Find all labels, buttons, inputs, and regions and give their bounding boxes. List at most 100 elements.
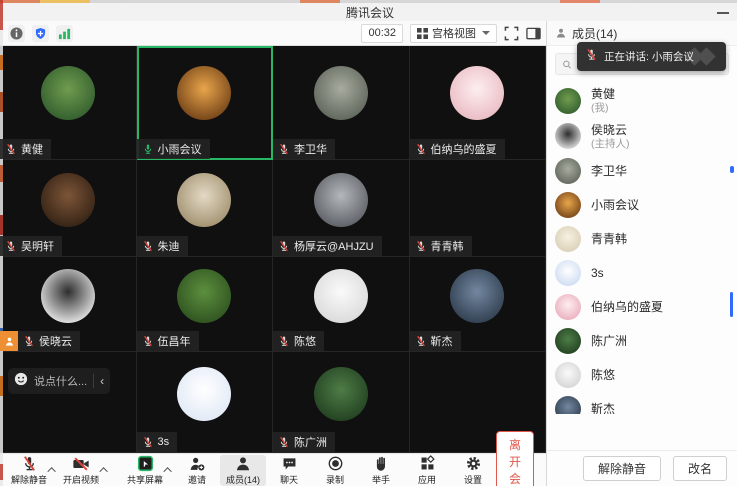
header-left-icons <box>0 25 73 42</box>
chat-button[interactable]: 聊天 <box>266 455 312 486</box>
member-name-block: 伯纳乌的盛夏 <box>591 300 663 315</box>
member-avatar <box>555 123 581 149</box>
view-mode-label: 宫格视图 <box>432 25 476 41</box>
meeting-logo-watermark <box>686 47 720 66</box>
tile-name-row: 陈悠 <box>273 331 324 351</box>
security-shield-icon[interactable] <box>32 25 49 42</box>
start-video-button[interactable]: 开启视频 <box>58 455 104 486</box>
participant-avatar <box>41 269 95 323</box>
member-name-block: 3s <box>591 266 604 281</box>
fullscreen-icon[interactable] <box>504 26 519 41</box>
record-button[interactable]: 录制 <box>312 455 358 486</box>
participant-name: 李卫华 <box>294 141 327 157</box>
video-tile[interactable]: 伯纳乌的盛夏 <box>410 46 547 160</box>
header-right-controls: 00:32 宫格视图 <box>361 24 546 43</box>
member-list-item[interactable]: 侯晓云(主持人) <box>547 119 737 155</box>
member-list-item[interactable]: 陈悠 <box>547 358 737 392</box>
search-icon <box>562 59 572 70</box>
tile-name-row: 杨厚云@AHJZU <box>273 236 382 256</box>
leave-meeting-button[interactable]: 离开会议 <box>496 431 534 486</box>
mic-muted-icon <box>278 335 290 347</box>
participant-name: 3s <box>158 436 170 448</box>
network-signal-icon[interactable] <box>56 25 73 42</box>
member-list-item[interactable]: 小雨会议 <box>547 188 737 222</box>
video-tile[interactable]: 陈广洲 <box>273 352 410 453</box>
member-avatar <box>555 362 581 388</box>
video-tile[interactable]: 3s <box>137 352 274 453</box>
mic-muted-icon <box>142 436 154 448</box>
participant-name: 杨厚云@AHJZU <box>294 238 374 254</box>
mic-muted-icon <box>23 335 35 347</box>
collapse-chat-icon[interactable]: ‹ <box>100 375 104 387</box>
rename-button[interactable]: 改名 <box>673 456 727 481</box>
member-list-item[interactable]: 黄健(我) <box>547 83 737 119</box>
mic-off-icon <box>21 456 38 472</box>
member-list-item[interactable]: 靳杰 <box>547 392 737 414</box>
apps-button[interactable]: 应用 <box>404 455 450 486</box>
toolbar-item-label: 成员(14) <box>226 473 260 486</box>
member-avatar <box>555 328 581 354</box>
tile-name-row: 伯纳乌的盛夏 <box>410 139 505 159</box>
meeting-timer: 00:32 <box>361 24 403 43</box>
member-list: 黄健(我)侯晓云(主持人)李卫华小雨会议青青韩3s伯纳乌的盛夏陈广洲陈悠靳杰伍昌… <box>547 81 737 414</box>
video-tile[interactable]: 李卫华 <box>273 46 410 160</box>
side-panel-toggle-icon[interactable] <box>526 26 541 41</box>
tile-name-chip: 伯纳乌的盛夏 <box>410 139 505 159</box>
raise-hand-button[interactable]: 举手 <box>358 455 404 486</box>
titlebar[interactable]: 腾讯会议 <box>3 3 737 21</box>
quick-chat-bar[interactable]: 说点什么... ‹ <box>8 368 110 394</box>
invite-icon <box>188 456 206 472</box>
speaking-toast: 正在讲话: 小雨会议 <box>577 42 726 71</box>
video-tile[interactable]: 伍昌年 <box>137 257 274 352</box>
toolbar-item-label: 聊天 <box>280 473 298 486</box>
participant-name: 靳杰 <box>431 333 453 349</box>
member-list-item[interactable]: 3s <box>547 256 737 290</box>
member-list-item[interactable]: 陈广洲 <box>547 324 737 358</box>
tile-name-row: 3s <box>137 432 178 452</box>
video-tile[interactable]: 朱迪 <box>137 160 274 257</box>
member-name: 李卫华 <box>591 164 627 179</box>
tile-name-row: 青青韩 <box>410 236 472 256</box>
member-list-item[interactable]: 伯纳乌的盛夏 <box>547 290 737 324</box>
unmute-button[interactable]: 解除静音 <box>6 455 52 486</box>
invite-button[interactable]: 邀请 <box>174 455 220 486</box>
tile-name-chip: 小雨会议 <box>137 139 210 159</box>
video-tile[interactable]: 侯晓云 <box>0 257 137 352</box>
video-tile[interactable]: 靳杰 <box>410 257 547 352</box>
share-screen-button[interactable]: 共享屏幕 <box>122 455 168 486</box>
video-tile[interactable]: 青青韩 <box>410 160 547 257</box>
member-list-item[interactable]: 青青韩 <box>547 222 737 256</box>
meeting-header: 00:32 宫格视图 <box>0 21 546 46</box>
video-tile[interactable]: 吴明轩 <box>0 160 137 257</box>
participant-avatar <box>450 269 504 323</box>
tile-name-chip: 陈悠 <box>273 331 324 351</box>
chat-input-placeholder[interactable]: 说点什么... <box>34 373 87 389</box>
camera-off-icon <box>72 456 90 472</box>
participant-name: 小雨会议 <box>158 141 202 157</box>
window-title: 腾讯会议 <box>346 4 394 21</box>
scrollbar-thumb[interactable] <box>730 292 733 317</box>
mic-active-icon <box>142 143 154 155</box>
toolbar-items: 解除静音开启视频共享屏幕邀请成员(14) 聊天 录制举手应用设置 <box>6 455 496 486</box>
emoji-smiley-icon[interactable] <box>14 372 28 391</box>
members-button[interactable]: 成员(14) <box>220 455 266 486</box>
scrollbar-indicator[interactable] <box>730 166 734 173</box>
meeting-info-icon[interactable] <box>8 25 25 42</box>
settings-button[interactable]: 设置 <box>450 455 496 486</box>
member-list-item[interactable]: 李卫华 <box>547 154 737 188</box>
participant-name: 陈悠 <box>294 333 316 349</box>
member-name-block: 小雨会议 <box>591 198 639 213</box>
settings-icon <box>465 456 482 472</box>
video-tile[interactable]: 小雨会议 <box>137 46 274 160</box>
unmute-button[interactable]: 解除静音 <box>583 456 661 481</box>
participant-avatar <box>41 173 95 227</box>
member-name: 小雨会议 <box>591 198 639 213</box>
toolbar-item-label: 共享屏幕 <box>127 473 163 486</box>
video-tile[interactable]: 陈悠 <box>273 257 410 352</box>
minimize-button[interactable] <box>717 12 729 14</box>
share-screen-icon <box>137 456 154 472</box>
participant-name: 朱迪 <box>158 238 180 254</box>
video-tile[interactable]: 杨厚云@AHJZU <box>273 160 410 257</box>
view-mode-selector[interactable]: 宫格视图 <box>410 24 497 43</box>
video-tile[interactable]: 黄健 <box>0 46 137 160</box>
